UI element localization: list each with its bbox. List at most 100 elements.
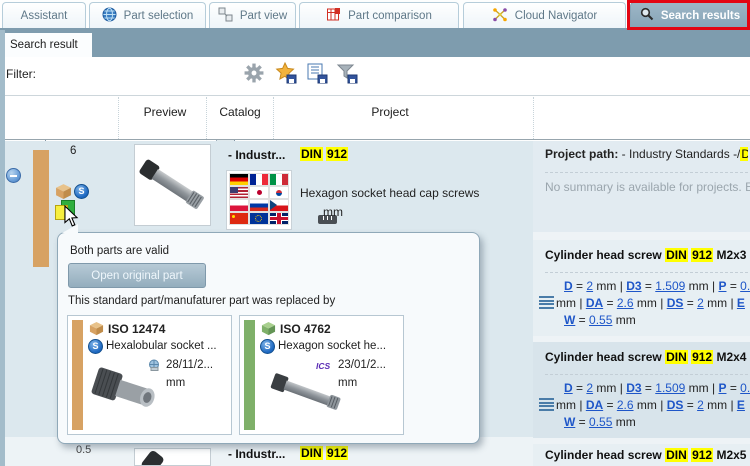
unit-label: mm [166,377,186,389]
catalog-languages-panel [226,170,292,230]
highlight: 912 [691,350,714,364]
collapse-row-button[interactable] [6,168,21,183]
subtab-label: Search result [10,39,78,51]
comparison-table-icon [326,7,341,25]
column-header-preview: Preview [143,105,187,119]
separator [545,272,748,273]
highlight: 912 [691,248,714,262]
replacement-tooltip: Both parts are valid Open original part … [57,232,480,444]
parts-search-window: Assistant Part selection Part view Part … [0,0,750,466]
dimension-block[interactable]: D = 2 mm | D3 = 1.509 mm | P = 0.4 mm | … [556,278,750,329]
highlight: DIN [740,147,748,161]
flag-italy [270,174,288,185]
detail-part-m2x5[interactable]: Cylinder head screw DIN 912 M2x5 [533,444,750,466]
open-original-part-button[interactable]: Open original part [68,263,206,288]
part-name: ISO 4762 [280,322,331,336]
card-accent-bar [72,320,83,430]
node-graph-icon [492,7,508,25]
tab-label: Cloud Navigator [514,9,598,22]
replacement-card-iso-12474[interactable]: ISO 12474 Hexalobular socket ... 28/11/2… [67,315,232,435]
catalog-name[interactable]: - Industr... [228,447,285,461]
unit-label: mm [323,205,343,219]
flag-china [230,213,248,224]
detail-project-summary[interactable]: Project path: - Industry Standards -/DIN… [533,141,750,232]
tab-assistant[interactable]: Assistant [2,2,86,28]
flag-japan [250,187,268,198]
dimension-block[interactable]: D = 2 mm | D3 = 1.509 mm | P = 0.4 mm | … [556,380,750,431]
summary-text: No summary is available for projects. Ex [545,180,750,194]
part-title: Cylinder head screw DIN 912 M2x3 [545,248,747,262]
search-icon [640,7,654,24]
project-description: Hexagon socket head cap screws [300,186,480,200]
column-separator [273,97,274,139]
dimension-line: mm | DA = 2.6 mm | DS = 2 mm | E [556,398,745,412]
part-name: ISO 12474 [108,322,166,336]
flag-south-korea [270,187,288,198]
dimension-line: D = 2 mm | D3 = 1.509 mm | P = 0.4 [564,279,750,293]
subtab-search-result[interactable]: Search result [2,33,92,57]
mouse-cursor [64,205,79,227]
tooltip-status: Both parts are valid [70,245,170,257]
catalog-box-icon [89,321,104,339]
catalog-name[interactable]: - Industr... [228,148,285,162]
highlight: 912 [326,446,349,460]
tab-part-selection[interactable]: Part selection [89,2,206,28]
part-preview[interactable] [134,144,211,226]
highlight: DIN [665,350,688,364]
standard-part-icon [260,339,275,354]
screw-image [270,373,341,410]
settings-gear-icon[interactable] [244,63,264,86]
standard-part-icon [74,184,89,199]
highlight: 912 [691,448,714,462]
tab-label: Part comparison [348,9,432,22]
tab-label: Part view [239,9,288,22]
flag-eu [250,213,268,224]
highlight: DIN [665,248,688,262]
tab-cloud-navigator[interactable]: Cloud Navigator [463,2,626,28]
tab-part-comparison[interactable]: Part comparison [299,2,459,28]
part-preview[interactable] [134,448,211,466]
flag-czech [270,200,288,211]
column-separator [206,97,207,139]
project-path-label: Project path: [545,147,619,161]
save-filter-icon[interactable] [336,62,358,84]
project-title[interactable]: DIN 912 [300,147,349,161]
result-count: 6 [70,145,77,157]
flag-uk [270,213,288,224]
highlight: 912 [326,147,349,161]
detail-part-m2x4[interactable]: Cylinder head screw DIN 912 M2x4 D = 2 m… [533,342,750,438]
column-separator [118,97,119,139]
column-header-catalog: Catalog [219,105,261,119]
column-separator [533,97,534,139]
screw-image [141,450,164,465]
filter-label: Filter: [6,67,36,81]
filter-toolbar: Filter: DIN [0,57,750,145]
screw-image [91,367,155,407]
flag-russia [250,200,268,211]
globe-icon [102,7,117,25]
catalog-box-icon [261,321,276,339]
highlight: DIN [665,448,688,462]
detail-part-m2x3[interactable]: Cylinder head screw DIN 912 M2x3 D = 2 m… [533,240,750,336]
linked-parts-icon [218,7,233,25]
dimension-line: W = 0.55 mm [564,313,636,327]
save-table-icon[interactable] [306,62,328,84]
part-title: Cylinder head screw DIN 912 M2x4 [545,350,747,364]
part-date: 23/01/2... [338,359,386,371]
screw-image [139,159,204,209]
separator [545,374,748,375]
tooltip-message: This standard part/manufaturer part was … [68,295,336,307]
tab-part-view[interactable]: Part view [209,2,296,28]
tab-search-results[interactable]: Search results [630,2,750,28]
flag-poland [230,200,248,211]
flag-usa [230,187,248,198]
replacement-card-iso-4762[interactable]: ISO 4762 Hexagon socket he... ICS 23/01/… [239,315,404,435]
dimension-list-icon [539,296,554,309]
highlight: DIN [300,147,323,161]
save-favorite-icon[interactable] [275,61,297,84]
card-accent-bar [244,320,255,430]
dimension-line: D = 2 mm | D3 = 1.509 mm | P = 0.4 [564,381,750,395]
part-date: 28/11/2... [166,359,214,371]
project-title[interactable]: DIN 912 [300,446,349,460]
tab-strip-bar [0,28,750,57]
